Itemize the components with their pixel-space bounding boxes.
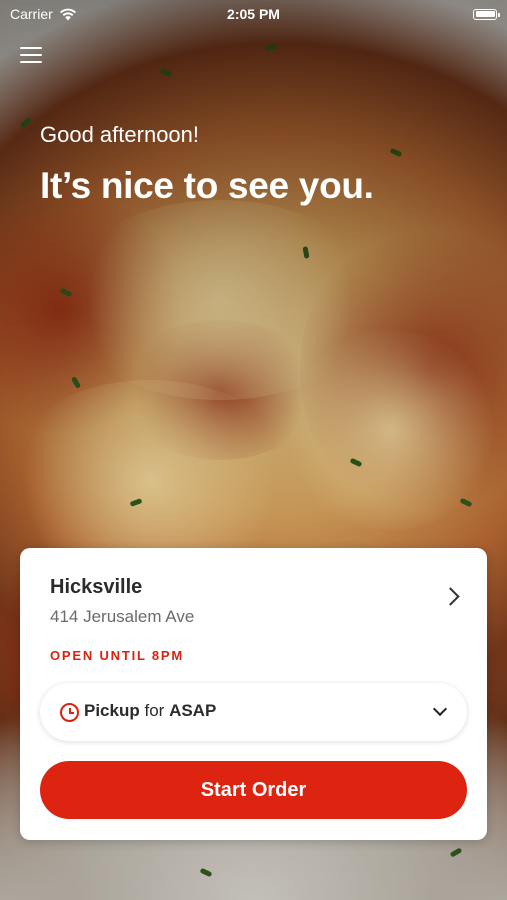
menu-icon[interactable]	[20, 47, 42, 67]
order-card: Hicksville 414 Jerusalem Ave OPEN UNTIL …	[20, 548, 487, 840]
chevron-down-icon	[432, 701, 448, 717]
open-status-label: OPEN UNTIL 8PM	[50, 648, 185, 663]
order-mode-connector: for	[144, 701, 165, 720]
battery-icon	[473, 8, 500, 20]
greeting-text: Good afternoon!	[40, 122, 200, 147]
start-order-button[interactable]: Start Order	[40, 761, 467, 819]
chevron-right-icon	[441, 587, 460, 606]
wifi-icon	[59, 8, 76, 20]
order-mode-text: Pickup for ASAP	[84, 701, 216, 721]
order-mode-time: ASAP	[169, 701, 217, 720]
location-selector[interactable]: Hicksville 414 Jerusalem Ave	[20, 548, 487, 638]
headline-text: It’s nice to see you.	[40, 165, 374, 206]
location-name: Hicksville	[50, 576, 143, 598]
location-address: 414 Jerusalem Ave	[50, 607, 195, 626]
status-bar: Carrier 2:05 PM	[0, 0, 507, 28]
order-mode-type: Pickup	[84, 701, 140, 720]
order-mode-dropdown[interactable]: Pickup for ASAP	[40, 683, 467, 741]
clock-icon	[60, 703, 79, 722]
carrier-label: Carrier	[10, 6, 53, 22]
